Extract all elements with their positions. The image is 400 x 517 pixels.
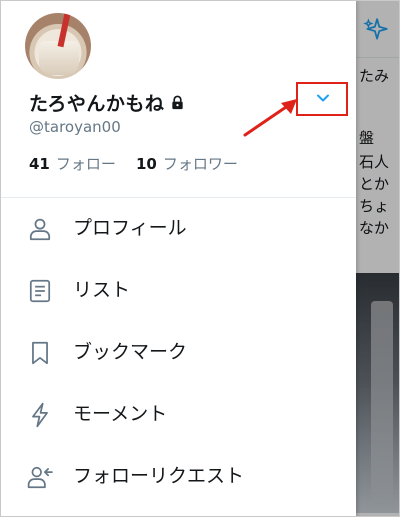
following-label: フォロー [55, 155, 116, 173]
lightning-icon [32, 402, 48, 428]
followers-count: 10 [136, 155, 157, 173]
menu-item-label: プロフィール [73, 217, 187, 239]
menu-item-label: モーメント [73, 403, 168, 425]
menu-item-label: ブックマーク [73, 341, 188, 363]
drawer-menu: プロフィール リスト ブックマーク モーメント フォローリクエスト [1, 199, 356, 509]
display-name-row: たろやんかもね [29, 89, 185, 116]
follow-request-icon [27, 466, 53, 489]
menu-item-lists[interactable]: リスト [1, 261, 356, 323]
drawer-overlay[interactable] [356, 1, 399, 516]
following-count: 41 [29, 155, 50, 173]
annotation-arrow [243, 99, 297, 137]
navigation-drawer: たろやんかもね @taroyan00 41 フォロー 10 フォロワー プロフィ… [1, 1, 356, 516]
menu-item-label: フォローリクエスト [73, 465, 245, 487]
avatar[interactable] [25, 13, 91, 79]
display-name: たろやんかもね [29, 93, 165, 115]
menu-item-label: リスト [73, 279, 131, 301]
person-icon [29, 218, 51, 241]
list-icon [29, 279, 51, 303]
menu-item-follow-requests[interactable]: フォローリクエスト [1, 447, 356, 509]
followers-count-link[interactable]: 10 フォロワー [136, 153, 238, 174]
menu-item-bookmarks[interactable]: ブックマーク [1, 323, 356, 385]
account-switch-button[interactable] [296, 82, 348, 116]
followers-label: フォロワー [162, 155, 238, 173]
profile-divider [1, 197, 356, 198]
user-handle: @taroyan00 [29, 118, 121, 136]
chevron-down-icon [317, 94, 329, 102]
menu-item-moments[interactable]: モーメント [1, 385, 356, 447]
menu-item-profile[interactable]: プロフィール [1, 199, 356, 261]
lock-icon [172, 95, 184, 110]
app-screen: たみ 盤 石人 とか ちょ なか たろやんかもね @taroyan00 41 フォ… [0, 0, 400, 517]
following-count-link[interactable]: 41 フォロー [29, 153, 116, 174]
bookmark-icon [32, 341, 48, 365]
